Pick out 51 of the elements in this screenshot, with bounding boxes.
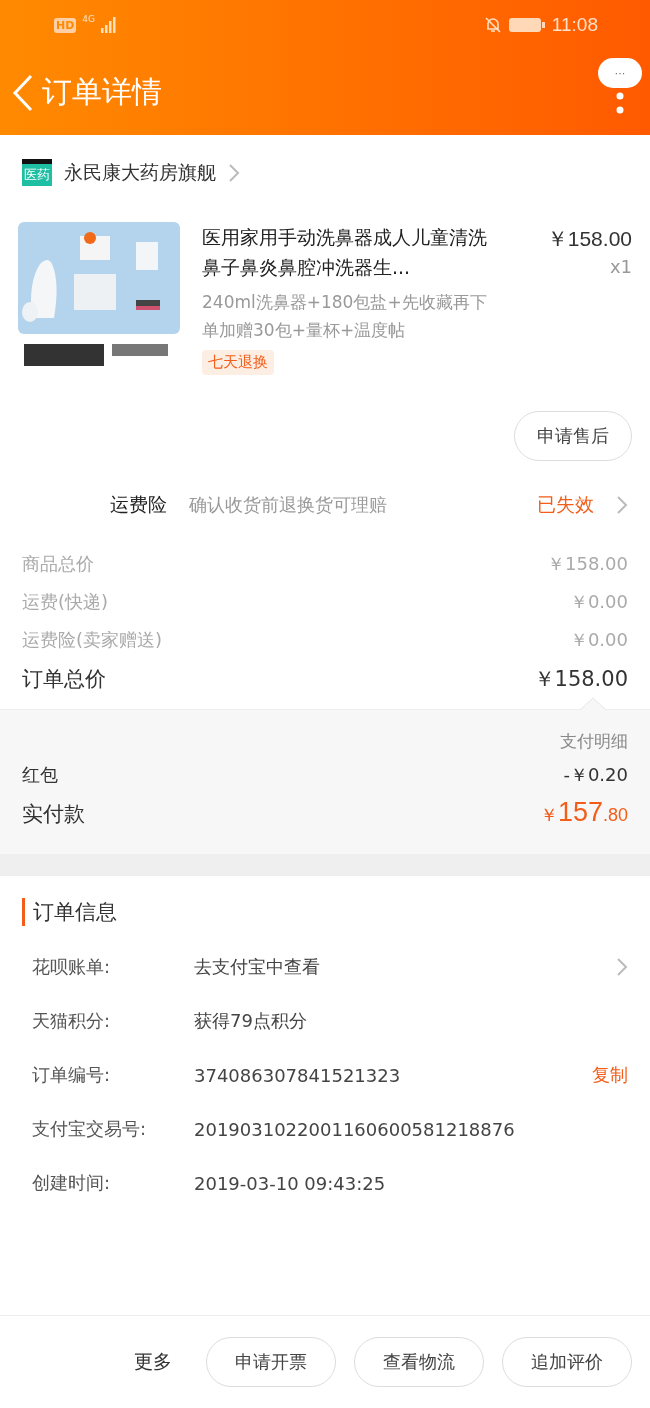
bell-muted-icon <box>483 16 502 34</box>
chevron-right-icon[interactable] <box>616 495 628 515</box>
summary-value: ￥158.00 <box>547 552 628 576</box>
summary-label: 商品总价 <box>22 552 94 576</box>
paid-label: 实付款 <box>22 801 85 828</box>
chevron-right-icon[interactable] <box>616 957 628 977</box>
clock: 11:08 <box>551 14 598 36</box>
action-button[interactable]: 追加评价 <box>502 1337 632 1387</box>
info-label: 订单编号: <box>32 1063 112 1087</box>
info-value: 2019031022001160600581218876 <box>194 1118 516 1140</box>
summary-label: 运费(快递) <box>22 590 109 614</box>
hd-indicator: HD <box>54 17 77 33</box>
summary-value: ￥158.00 <box>533 666 628 693</box>
info-value[interactable]: 去支付宝中查看 <box>194 955 616 979</box>
info-label: 创建时间: <box>32 1171 112 1195</box>
info-label: 支付宝交易号: <box>32 1117 148 1141</box>
after-sales-button[interactable]: 申请售后 <box>514 411 632 461</box>
return-policy-tag: 七天退换 <box>202 350 274 375</box>
product-quantity: x1 <box>609 256 632 277</box>
product-sku: 240ml洗鼻器+180包盐+先收藏再下单加赠30包+量杯+温度帖 <box>202 291 488 342</box>
network-type: 4G <box>82 14 96 24</box>
action-button[interactable]: 查看物流 <box>354 1337 484 1387</box>
info-label: 天猫积分: <box>32 1009 112 1033</box>
product-price: ￥158.00 <box>546 226 632 252</box>
discount-value: -￥0.20 <box>563 763 628 787</box>
summary-label: 订单总价 <box>22 666 106 693</box>
insurance-description: 确认收货前退换货可理赔 <box>189 493 388 517</box>
battery-icon <box>507 16 546 34</box>
shop-badge: 医药 <box>22 159 52 186</box>
payment-detail-label: 支付明细 <box>560 730 628 753</box>
paid-amount: ￥157.80 <box>539 797 628 828</box>
more-link[interactable]: 更多 <box>134 1349 172 1375</box>
info-value: 2019-03-10 09:43:25 <box>194 1172 387 1194</box>
summary-value: ￥0.00 <box>569 628 628 652</box>
info-value: 374086307841521323 <box>194 1064 402 1086</box>
shop-name[interactable]: 永民康大药房旗舰 <box>64 159 216 186</box>
product-title[interactable]: 医用家用手动洗鼻器成人儿童清洗鼻子鼻炎鼻腔冲洗器生... <box>202 222 494 282</box>
info-label: 花呗账单: <box>32 955 112 979</box>
more-menu-button[interactable]: ··· <box>598 57 642 88</box>
info-value: 获得79点积分 <box>194 1009 308 1033</box>
summary-value: ￥0.00 <box>569 590 628 614</box>
back-icon[interactable] <box>12 73 34 112</box>
discount-label: 红包 <box>22 763 58 787</box>
section-title: 订单信息 <box>22 898 628 926</box>
insurance-label: 运费险 <box>110 492 167 517</box>
page-title: 订单详情 <box>42 73 162 111</box>
summary-label: 运费险(卖家赠送) <box>22 628 163 652</box>
chevron-right-icon[interactable] <box>228 162 240 183</box>
vertical-dots-icon[interactable] <box>616 91 624 116</box>
action-button[interactable]: 申请开票 <box>206 1337 336 1387</box>
signal-icon <box>101 17 118 33</box>
